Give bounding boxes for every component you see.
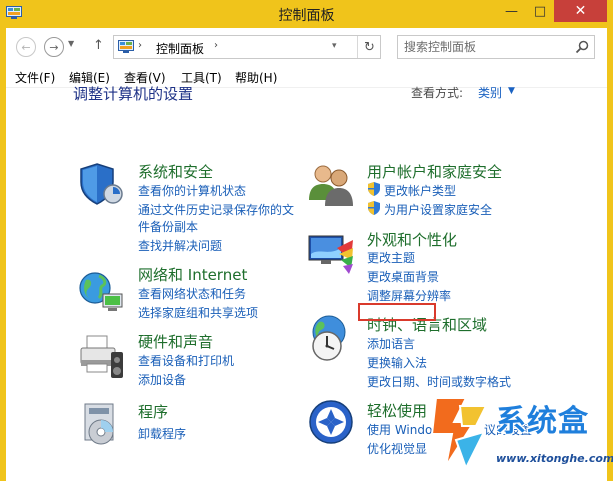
back-button[interactable]: ← xyxy=(16,37,36,57)
link-file-history-cont[interactable]: 件备份副本 xyxy=(138,218,198,235)
link-change-theme[interactable]: 更改主题 xyxy=(367,249,415,266)
address-dropdown-button[interactable]: ▾ xyxy=(332,41,337,51)
breadcrumb-separator[interactable]: › xyxy=(214,40,218,51)
category-network-internet[interactable]: 网络和 Internet xyxy=(138,264,247,285)
link-change-desktop-background[interactable]: 更改桌面背景 xyxy=(367,268,439,285)
category-user-accounts[interactable]: 用户帐户和家庭安全 xyxy=(367,161,502,182)
menu-help[interactable]: 帮助(H) xyxy=(235,69,277,86)
link-change-account-type[interactable]: 更改帐户类型 xyxy=(384,182,456,199)
breadcrumb-separator[interactable]: › xyxy=(138,40,142,51)
recent-locations-button[interactable]: ▼ xyxy=(68,39,74,48)
link-optimize-visual-display[interactable]: 优化视觉显 xyxy=(367,440,427,457)
view-by-dropdown[interactable]: 类别 xyxy=(478,84,502,101)
link-family-safety[interactable]: 为用户设置家庭安全 xyxy=(384,201,492,218)
programs-icon[interactable] xyxy=(77,400,125,448)
link-change-date-time-format[interactable]: 更改日期、时间或数字格式 xyxy=(367,373,511,390)
category-appearance[interactable]: 外观和个性化 xyxy=(367,229,457,250)
view-by-label: 查看方式: xyxy=(411,86,464,100)
search-icon[interactable] xyxy=(574,39,590,55)
title-bar[interactable]: 控制面板 — □ ✕ xyxy=(0,0,613,28)
ease-of-access-icon[interactable] xyxy=(307,398,355,446)
category-ease-of-access[interactable]: 轻松使用 xyxy=(367,400,427,421)
minimize-button[interactable]: — xyxy=(497,0,526,22)
category-hardware-sound[interactable]: 硬件和声音 xyxy=(138,331,213,352)
maximize-button[interactable]: □ xyxy=(526,0,554,22)
address-bar[interactable]: › 控制面板 › ▾ ↻ xyxy=(113,35,381,59)
link-uninstall-program[interactable]: 卸载程序 xyxy=(138,425,186,442)
navigation-bar: ← → ▼ ↑ › 控制面板 › ▾ ↻ xyxy=(6,28,607,62)
uac-shield-icon xyxy=(368,201,380,215)
printer-icon[interactable] xyxy=(77,332,125,380)
watermark-name: 系统盒 xyxy=(496,404,589,439)
appearance-icon[interactable] xyxy=(307,230,355,278)
link-add-device[interactable]: 添加设备 xyxy=(138,371,186,388)
watermark-url: www.xitonghe.com xyxy=(496,452,613,465)
uac-shield-icon xyxy=(368,182,380,196)
link-change-input-method[interactable]: 更换输入法 xyxy=(367,354,427,371)
close-button[interactable]: ✕ xyxy=(554,0,607,22)
watermark: 系统盒 www.xitonghe.com xyxy=(422,392,613,481)
category-programs[interactable]: 程序 xyxy=(138,401,168,422)
breadcrumb-control-panel[interactable]: 控制面板 xyxy=(156,40,204,57)
link-screen-resolution[interactable]: 调整屏幕分辨率 xyxy=(367,287,451,304)
control-panel-window: 控制面板 — □ ✕ ← → ▼ ↑ › 控制面板 › ▾ ↻ 搜索控制面板 文… xyxy=(0,0,613,481)
up-button[interactable]: ↑ xyxy=(93,38,104,53)
clock-globe-icon[interactable] xyxy=(307,314,355,362)
menu-file[interactable]: 文件(F) xyxy=(15,69,55,86)
search-box[interactable] xyxy=(397,35,595,59)
network-globe-icon[interactable] xyxy=(77,268,125,316)
page-title: 调整计算机的设置 xyxy=(73,85,194,103)
category-system-security[interactable]: 系统和安全 xyxy=(138,161,213,182)
search-input[interactable] xyxy=(404,39,564,55)
link-add-language[interactable]: 添加语言 xyxy=(367,335,415,352)
control-panel-icon xyxy=(118,40,134,53)
chevron-down-icon[interactable]: ▼ xyxy=(508,86,515,96)
watermark-logo-icon xyxy=(430,397,488,471)
user-accounts-icon[interactable] xyxy=(307,160,355,208)
system-security-shield-icon[interactable] xyxy=(77,160,125,208)
link-file-history[interactable]: 通过文件历史记录保存你的文 xyxy=(138,201,294,218)
link-view-computer-status[interactable]: 查看你的计算机状态 xyxy=(138,182,246,199)
refresh-button[interactable]: ↻ xyxy=(357,36,381,58)
forward-button[interactable]: → xyxy=(44,37,64,57)
link-troubleshoot[interactable]: 查找并解决问题 xyxy=(138,237,222,254)
link-network-status[interactable]: 查看网络状态和任务 xyxy=(138,285,246,302)
highlight-box xyxy=(358,303,436,321)
link-devices-printers[interactable]: 查看设备和打印机 xyxy=(138,352,234,369)
link-homegroup-sharing[interactable]: 选择家庭组和共享选项 xyxy=(138,304,258,321)
